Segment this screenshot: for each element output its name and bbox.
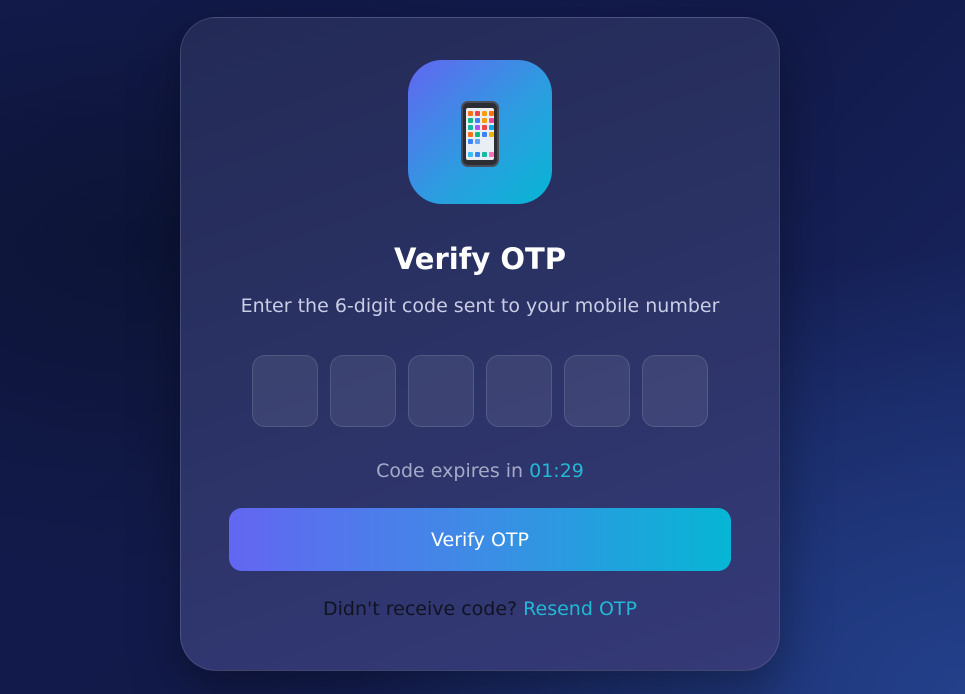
otp-digit-3[interactable] (408, 355, 474, 427)
expiry-countdown: 01:29 (529, 460, 584, 482)
resend-row: Didn't receive code? Resend OTP (181, 598, 779, 620)
mobile-phone-icon (461, 101, 499, 167)
resend-otp-link[interactable]: Resend OTP (523, 598, 637, 620)
otp-digit-6[interactable] (642, 355, 708, 427)
otp-digit-2[interactable] (330, 355, 396, 427)
expiry-label: Code expires in (376, 460, 524, 482)
otp-digit-1[interactable] (252, 355, 318, 427)
page-subtitle: Enter the 6-digit code sent to your mobi… (240, 295, 720, 317)
otp-digit-5[interactable] (564, 355, 630, 427)
resend-prompt: Didn't receive code? (323, 598, 518, 620)
otp-card: Verify OTP Enter the 6-digit code sent t… (180, 17, 780, 671)
page-title: Verify OTP (393, 242, 567, 276)
otp-input-group (252, 355, 708, 427)
expiry-timer: Code expires in 01:29 (181, 460, 779, 482)
verify-otp-button[interactable]: Verify OTP (229, 508, 731, 571)
app-icon (408, 60, 552, 204)
otp-digit-4[interactable] (486, 355, 552, 427)
